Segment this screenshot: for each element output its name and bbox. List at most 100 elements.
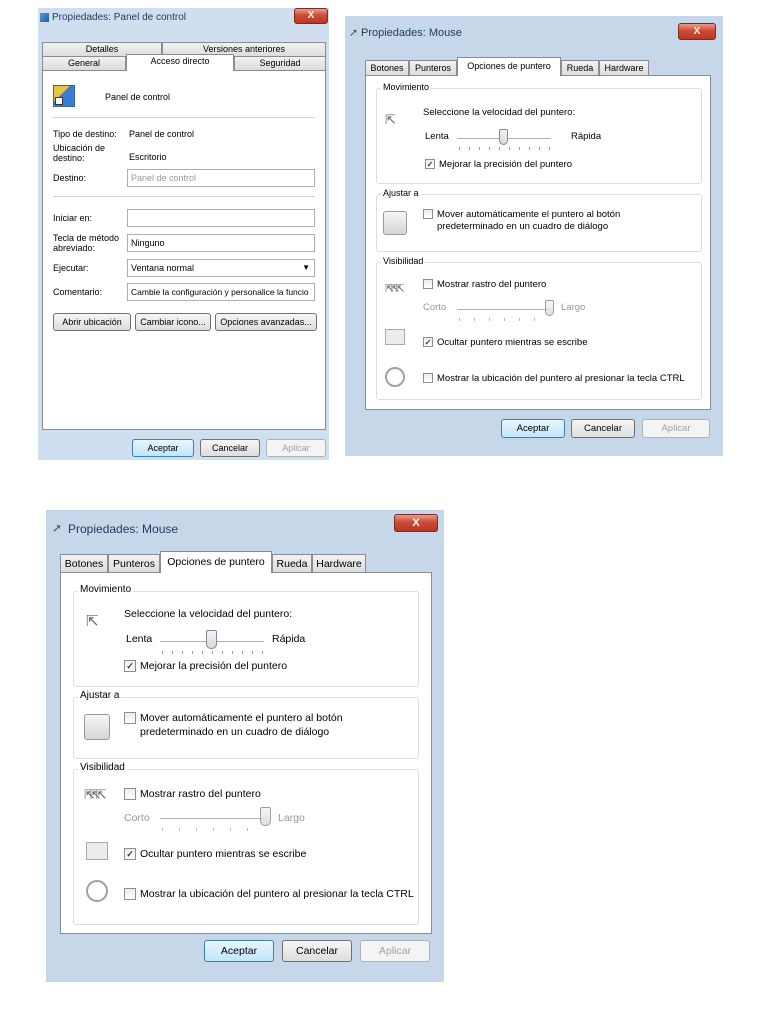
tab-label: Rueda	[276, 558, 308, 570]
ok-button[interactable]: Aceptar	[501, 419, 565, 438]
tab-pointer-options[interactable]: Opciones de puntero	[457, 57, 561, 76]
tab-label: Punteros	[112, 558, 156, 570]
short-label: Corto	[124, 812, 150, 824]
cancel-button[interactable]: Cancelar	[200, 439, 260, 457]
change-icon-button[interactable]: Cambiar icono...	[135, 313, 211, 331]
tab-panel: Movimiento ⇱ Seleccione la velocidad del…	[60, 572, 432, 934]
tab-label: General	[67, 58, 101, 68]
tab-label: Hardware	[316, 558, 362, 570]
trail-slider-track[interactable]	[160, 818, 264, 820]
hide-pointer-icon	[385, 329, 405, 345]
snap-label-line2: predeterminado en un cuadro de diálogo	[140, 726, 330, 738]
ok-button[interactable]: Aceptar	[204, 940, 274, 962]
ok-button[interactable]: Aceptar	[132, 439, 194, 457]
trail-slider-thumb[interactable]	[260, 807, 271, 826]
cancel-button[interactable]: Cancelar	[571, 419, 635, 438]
slow-label: Lenta	[126, 633, 153, 645]
window-title: Propiedades: Panel de control	[52, 12, 186, 23]
trails-checkbox[interactable]	[124, 788, 136, 800]
open-location-button[interactable]: Abrir ubicación	[53, 313, 131, 331]
apply-button[interactable]: Aplicar	[360, 940, 430, 962]
window-title: Propiedades: Mouse	[361, 27, 462, 39]
ctrl-label: Mostrar la ubicación del puntero al pres…	[140, 888, 414, 900]
target-type-value: Panel de control	[129, 129, 195, 139]
trail-slider-track[interactable]	[457, 309, 549, 311]
close-button[interactable]: X	[678, 23, 716, 40]
tab-label: Botones	[370, 63, 404, 73]
mouse-properties-window-large: ➚ Propiedades: Mouse X Botones Punteros …	[46, 510, 444, 982]
hide-checkbox[interactable]: ✓	[124, 848, 136, 860]
tab-security[interactable]: Seguridad	[234, 56, 326, 70]
snap-label-line2: predeterminado en un cuadro de diálogo	[437, 221, 609, 232]
comment-label: Comentario:	[53, 287, 103, 297]
close-button[interactable]: X	[294, 8, 328, 24]
tab-pointers[interactable]: Punteros	[409, 60, 457, 76]
run-label: Ejecutar:	[53, 263, 89, 273]
pointer-speed-icon: ⇱	[86, 613, 99, 630]
tab-shortcut[interactable]: Acceso directo	[126, 54, 234, 71]
snap-checkbox[interactable]	[124, 712, 136, 724]
snap-label-line1: Mover automáticamente el puntero al botó…	[140, 712, 343, 724]
run-select-value: Ventana normal	[131, 263, 195, 273]
trail-slider-thumb[interactable]	[545, 300, 554, 316]
snap-group: Ajustar a Mover automáticamente el punte…	[73, 690, 419, 759]
speed-slider-thumb[interactable]	[499, 129, 508, 145]
snap-to-icon	[84, 714, 110, 740]
ctrl-checkbox[interactable]	[124, 888, 136, 900]
comment-field[interactable]: Cambie la configuración y personalice la…	[127, 283, 315, 301]
tab-panel: Panel de control Tipo de destino: Panel …	[42, 70, 326, 430]
tab-buttons[interactable]: Botones	[365, 60, 409, 76]
tab-wheel[interactable]: Rueda	[561, 60, 599, 76]
precision-checkbox[interactable]: ✓	[425, 159, 435, 169]
motion-group: Movimiento ⇱ Seleccione la velocidad del…	[73, 584, 419, 687]
divider	[53, 117, 315, 118]
speed-label: Seleccione la velocidad del puntero:	[124, 608, 293, 620]
run-select[interactable]: Ventana normal ▼	[127, 259, 315, 277]
tab-label: Botones	[64, 558, 104, 570]
snap-label-line1: Mover automáticamente el puntero al botó…	[437, 209, 621, 220]
target-field[interactable]: Panel de control	[127, 169, 315, 187]
tab-general[interactable]: General	[42, 56, 126, 70]
snap-checkbox[interactable]	[423, 209, 433, 219]
tab-pointer-options[interactable]: Opciones de puntero	[160, 551, 272, 573]
tab-hardware[interactable]: Hardware	[599, 60, 649, 76]
ctrl-locate-icon	[385, 367, 405, 387]
hide-checkbox[interactable]: ✓	[423, 337, 433, 347]
speed-label: Seleccione la velocidad del puntero:	[423, 107, 576, 118]
mouse-pointer-icon: ➚	[52, 521, 63, 535]
motion-group-title: Movimiento	[381, 82, 432, 92]
target-label: Destino:	[53, 173, 87, 183]
shortcut-key-field[interactable]: Ninguno	[127, 234, 315, 252]
visibility-group: Visibilidad ⇱⇱⇱ Mostrar rastro del punte…	[376, 256, 702, 400]
ctrl-label: Mostrar la ubicación del puntero al pres…	[437, 373, 685, 384]
apply-button[interactable]: Aplicar	[642, 419, 710, 438]
start-in-field[interactable]	[127, 209, 315, 227]
shortcut-name: Panel de control	[105, 92, 171, 102]
visibility-group-title: Visibilidad	[381, 256, 426, 266]
target-type-label: Tipo de destino:	[53, 129, 117, 139]
title-bar[interactable]: ➚ Propiedades: Mouse X	[345, 16, 723, 44]
tab-label: Detalles	[85, 44, 119, 54]
precision-label: Mejorar la precisión del puntero	[140, 660, 288, 672]
trails-checkbox[interactable]	[423, 279, 433, 289]
apply-button[interactable]: Aplicar	[266, 439, 326, 457]
ctrl-checkbox[interactable]	[423, 373, 433, 383]
tab-hardware[interactable]: Hardware	[312, 554, 366, 573]
snap-to-icon	[383, 211, 407, 235]
advanced-options-button[interactable]: Opciones avanzadas...	[215, 313, 317, 331]
title-bar[interactable]: Propiedades: Panel de control X	[38, 8, 329, 32]
tab-wheel[interactable]: Rueda	[272, 554, 312, 573]
precision-checkbox[interactable]: ✓	[124, 660, 136, 672]
trail-slider-ticks	[459, 318, 549, 321]
tab-pointers[interactable]: Punteros	[108, 554, 160, 573]
speed-slider-thumb[interactable]	[206, 630, 217, 649]
close-button[interactable]: X	[394, 514, 438, 532]
control-panel-icon	[53, 85, 75, 107]
tab-panel: Movimiento ⇱ Seleccione la velocidad del…	[365, 75, 711, 410]
cancel-button[interactable]: Cancelar	[282, 940, 352, 962]
ctrl-locate-icon	[86, 880, 108, 902]
title-bar[interactable]: ➚ Propiedades: Mouse X	[46, 510, 444, 544]
fast-label: Rápida	[571, 131, 602, 142]
snap-group: Ajustar a Mover automáticamente el punte…	[376, 188, 702, 252]
tab-buttons[interactable]: Botones	[60, 554, 108, 573]
